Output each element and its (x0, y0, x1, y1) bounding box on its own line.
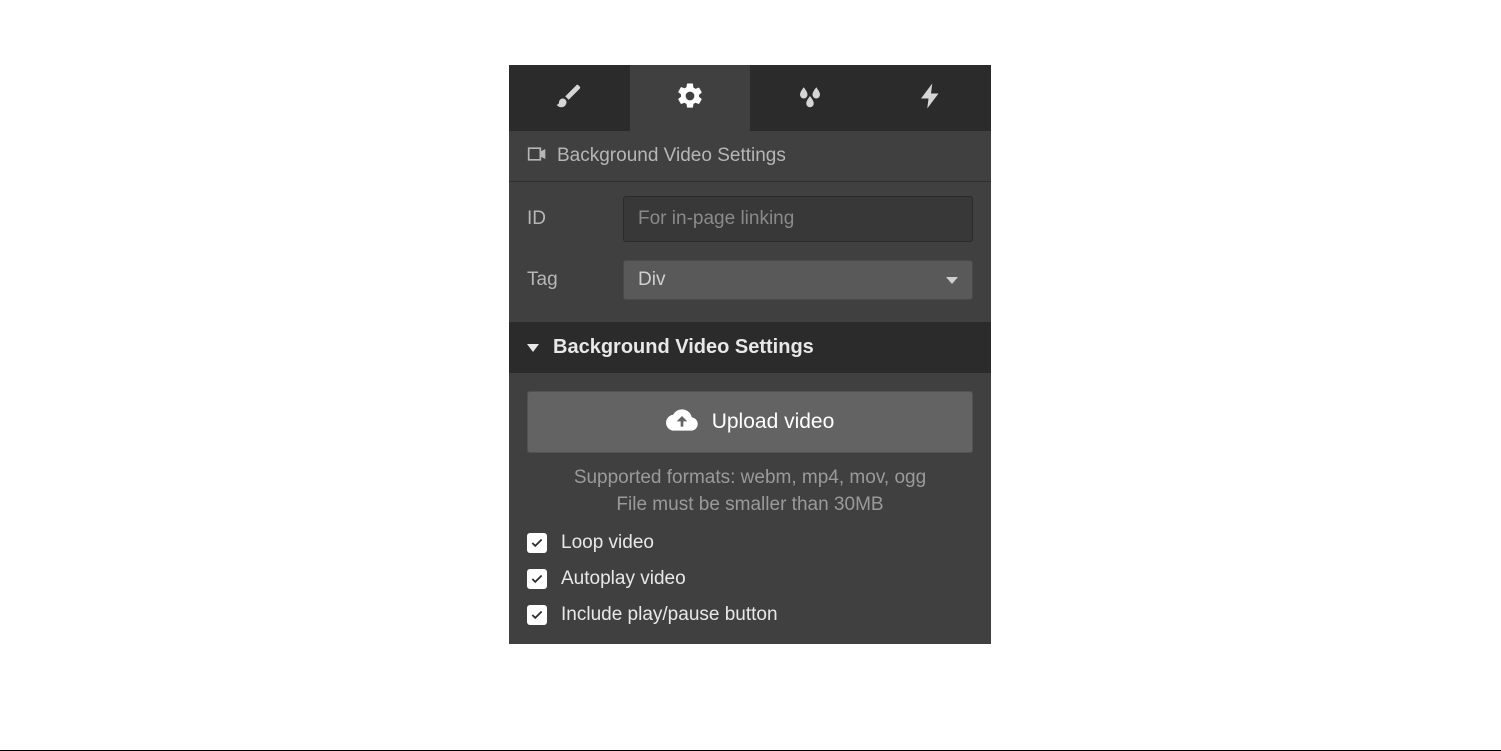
video-camera-icon (527, 146, 547, 167)
id-label: ID (527, 208, 605, 230)
hint-line-1: Supported formats: webm, mp4, mov, ogg (527, 465, 973, 492)
panel-header-title: Background Video Settings (557, 145, 786, 167)
droplets-icon (795, 81, 825, 116)
caret-down-icon (946, 277, 958, 284)
section-body: Upload video Supported formats: webm, mp… (509, 373, 991, 644)
checkbox-checked-icon (527, 569, 547, 589)
id-row: ID (509, 182, 991, 256)
upload-hint: Supported formats: webm, mp4, mov, ogg F… (527, 465, 973, 518)
tag-row: Tag Div (509, 256, 991, 322)
panel-tabs (509, 65, 991, 131)
gear-icon (675, 81, 705, 116)
cloud-upload-icon (666, 404, 698, 441)
autoplay-video-label: Autoplay video (561, 568, 686, 590)
upload-button-label: Upload video (712, 410, 835, 434)
tag-select-value: Div (638, 269, 665, 291)
bolt-icon (916, 81, 946, 116)
autoplay-video-checkbox[interactable]: Autoplay video (527, 568, 973, 590)
playpause-button-label: Include play/pause button (561, 604, 778, 626)
tab-effects[interactable] (750, 65, 871, 131)
section-title: Background Video Settings (553, 336, 814, 359)
panel-header: Background Video Settings (509, 131, 991, 182)
caret-down-icon (527, 344, 539, 352)
tab-style[interactable] (509, 65, 630, 131)
hint-line-2: File must be smaller than 30MB (527, 492, 973, 519)
settings-panel: Background Video Settings ID Tag Div Bac… (509, 65, 991, 644)
checkbox-checked-icon (527, 533, 547, 553)
loop-video-label: Loop video (561, 532, 654, 554)
id-input[interactable] (623, 196, 973, 242)
loop-video-checkbox[interactable]: Loop video (527, 532, 973, 554)
upload-video-button[interactable]: Upload video (527, 391, 973, 453)
tag-select[interactable]: Div (623, 260, 973, 300)
playpause-button-checkbox[interactable]: Include play/pause button (527, 604, 973, 626)
tab-settings[interactable] (630, 65, 751, 131)
checkbox-checked-icon (527, 605, 547, 625)
tab-interactions[interactable] (871, 65, 992, 131)
section-toggle[interactable]: Background Video Settings (509, 322, 991, 373)
tag-label: Tag (527, 269, 605, 291)
brush-icon (554, 81, 584, 116)
